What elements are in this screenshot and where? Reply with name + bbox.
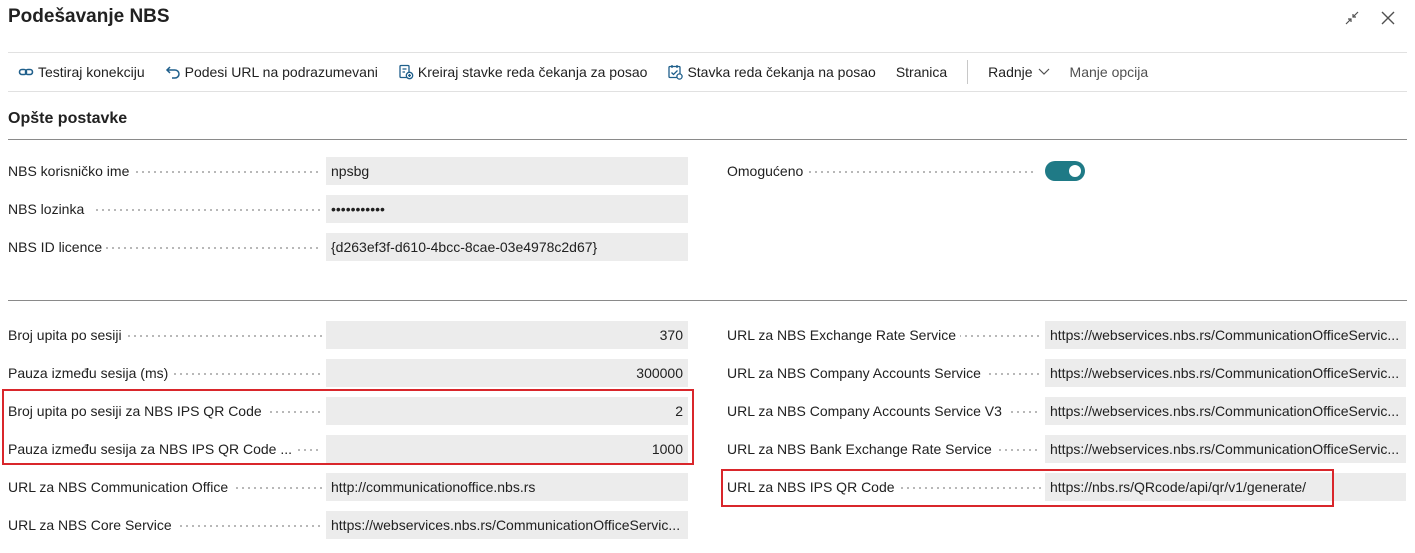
field-label: URL za NBS Company Accounts Service — [727, 365, 985, 381]
section-divider — [8, 139, 1407, 140]
queries-per-session-input[interactable]: 370 — [326, 321, 688, 349]
field-label: NBS ID licence — [8, 239, 107, 255]
test-connection-button[interactable]: Testiraj konekciju — [8, 53, 155, 91]
create-queue-entries-button[interactable]: Kreiraj stavke reda čekanja za posao — [388, 53, 658, 91]
field-label: URL za NBS IPS QR Code — [727, 479, 899, 495]
action-bar: Testiraj konekciju Podesi URL na podrazu… — [8, 52, 1407, 92]
qr-pause-between-sessions-input[interactable]: 1000 — [326, 435, 688, 463]
field-license: NBS ID licence {d263ef3f-d610-4bcc-8cae-… — [8, 233, 688, 261]
field-label: Pauza između sesija za NBS IPS QR Code .… — [8, 441, 297, 457]
company-accounts-url-input[interactable]: https://webservices.nbs.rs/Communication… — [1045, 359, 1406, 387]
username-input[interactable]: npsbg — [326, 157, 688, 185]
ips-qr-code-url-input[interactable]: https://nbs.rs/QRcode/api/qr/v1/generate… — [1045, 473, 1406, 501]
actions-menu-label: Radnje — [988, 64, 1033, 80]
bank-exchange-rate-url-input[interactable]: https://webservices.nbs.rs/Communication… — [1045, 435, 1406, 463]
field-label: Broj upita po sesiji za NBS IPS QR Code — [8, 403, 266, 419]
field-queries-per-session: Broj upita po sesiji 370 — [8, 321, 688, 349]
field-label: URL za NBS Company Accounts Service V3 — [727, 403, 1006, 419]
page-title: Podešavanje NBS — [8, 6, 170, 27]
field-pause-between-sessions: Pauza između sesija (ms) 300000 — [8, 359, 688, 387]
field-username: NBS korisničko ime npsbg — [8, 157, 688, 185]
field-label: Pauza između sesija (ms) — [8, 365, 173, 381]
actions-menu-button[interactable]: Radnje — [978, 53, 1059, 91]
toolbar-divider — [967, 60, 969, 84]
toggle-knob — [1069, 165, 1081, 177]
field-label: NBS korisničko ime — [8, 163, 134, 179]
qr-queries-per-session-input[interactable]: 2 — [326, 397, 688, 425]
field-label: Omogućeno — [727, 163, 808, 179]
field-label: URL za NBS Bank Exchange Rate Service — [727, 441, 996, 457]
exchange-rate-url-input[interactable]: https://webservices.nbs.rs/Communication… — [1045, 321, 1406, 349]
password-input[interactable]: ••••••••••• — [326, 195, 688, 223]
field-exchange-rate-url: URL za NBS Exchange Rate Service https:/… — [727, 321, 1407, 349]
job-queue-entry-button[interactable]: Stavka reda čekanja na posao — [657, 53, 885, 91]
field-qr-queries-per-session: Broj upita po sesiji za NBS IPS QR Code … — [8, 397, 688, 425]
field-enabled: Omogućeno — [727, 157, 1087, 185]
field-label: URL za NBS Core Service — [8, 517, 176, 533]
company-accounts-v3-url-input[interactable]: https://webservices.nbs.rs/Communication… — [1045, 397, 1406, 425]
field-company-accounts-v3-url: URL za NBS Company Accounts Service V3 h… — [727, 397, 1407, 425]
create-queue-icon — [398, 64, 414, 80]
field-label: Broj upita po sesiji — [8, 327, 126, 343]
section-divider — [8, 300, 1407, 301]
pause-between-sessions-input[interactable]: 300000 — [326, 359, 688, 387]
core-service-url-input[interactable]: https://webservices.nbs.rs/Communication… — [326, 511, 688, 539]
field-ips-qr-code-url: URL za NBS IPS QR Code https://nbs.rs/QR… — [727, 473, 1407, 501]
field-label: NBS lozinka — [8, 201, 89, 217]
field-password: NBS lozinka ••••••••••• — [8, 195, 688, 223]
enabled-toggle[interactable] — [1045, 161, 1085, 181]
set-default-url-button[interactable]: Podesi URL na podrazumevani — [155, 53, 388, 91]
license-id-input[interactable]: {d263ef3f-d610-4bcc-8cae-03e4978c2d67} — [326, 233, 688, 261]
undo-icon — [165, 64, 181, 80]
field-qr-pause-between-sessions: Pauza između sesija za NBS IPS QR Code .… — [8, 435, 688, 463]
collapse-icon[interactable] — [1341, 8, 1363, 28]
page-menu-button[interactable]: Stranica — [886, 53, 957, 91]
chevron-down-icon — [1038, 68, 1050, 76]
queue-item-icon — [667, 64, 684, 80]
close-icon[interactable] — [1377, 8, 1399, 28]
field-bank-exchange-rate-url: URL za NBS Bank Exchange Rate Service ht… — [727, 435, 1407, 463]
page-menu-label: Stranica — [895, 64, 948, 80]
section-title-general: Opšte postavke — [8, 110, 128, 127]
field-communication-office-url: URL za NBS Communication Office http://c… — [8, 473, 688, 501]
create-queue-entries-label: Kreiraj stavke reda čekanja za posao — [417, 64, 648, 80]
set-default-url-label: Podesi URL na podrazumevani — [184, 64, 378, 80]
link-icon — [18, 64, 34, 80]
job-queue-entry-label: Stavka reda čekanja na posao — [687, 64, 876, 80]
field-core-service-url: URL za NBS Core Service https://webservi… — [8, 511, 688, 539]
field-label: URL za NBS Exchange Rate Service — [727, 327, 961, 343]
fewer-options-button[interactable]: Manje opcija — [1060, 53, 1159, 91]
test-connection-label: Testiraj konekciju — [38, 64, 145, 80]
field-label: URL za NBS Communication Office — [8, 479, 233, 495]
fewer-options-label: Manje opcija — [1069, 64, 1149, 80]
communication-office-url-input[interactable]: http://communicationoffice.nbs.rs — [326, 473, 688, 501]
field-company-accounts-url: URL za NBS Company Accounts Service http… — [727, 359, 1407, 387]
